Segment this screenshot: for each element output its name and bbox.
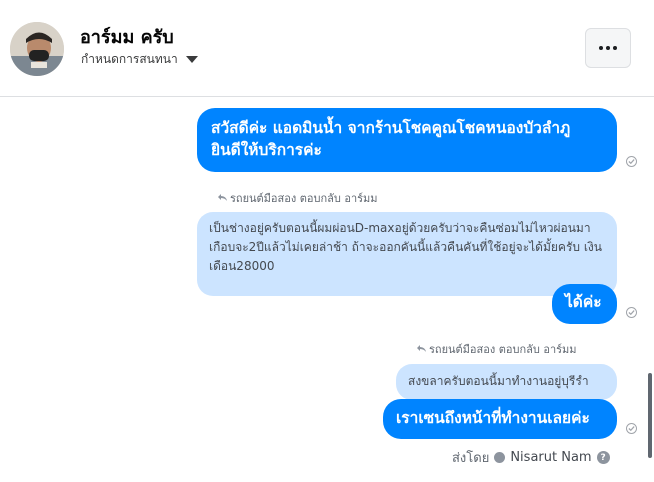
message-reply-2[interactable]: เราเซนถึงหน้าที่ทำงานเลยค่ะ	[383, 399, 617, 439]
sent-status-icon	[626, 307, 637, 318]
reply-context-label: รถยนต์มือสอง ตอบกลับ อาร์มม	[417, 340, 577, 358]
quoted-message-text: สงขลาครับตอนนี้มาทำงานอยู่บุรีรำ	[408, 374, 589, 388]
reply-arrow-icon	[218, 194, 227, 201]
message-reply-1[interactable]: ได้ค่ะ	[552, 284, 617, 324]
sender-name[interactable]: Nisarut Nam	[510, 450, 591, 465]
reply-context-label: รถยนต์มือสอง ตอบกลับ อาร์มม	[218, 189, 378, 207]
avatar[interactable]	[10, 22, 64, 76]
message-text: สวัสดีค่ะ แอดมินน้ำ จากร้านโชคคูณโชคหนอง…	[211, 119, 571, 160]
sender-avatar-icon	[494, 452, 506, 463]
contact-name: อาร์มม ครับ	[80, 27, 174, 48]
conversation-settings-dropdown[interactable]: กำหนดการสนทนา	[81, 50, 198, 69]
caret-down-icon	[185, 56, 198, 63]
quoted-message-text: เป็นช่างอยู่ครับตอนนี้ผมผ่อนD-maxอยู่ด้ว…	[209, 221, 602, 274]
quoted-message[interactable]: เป็นช่างอยู่ครับตอนนี้ผมผ่อนD-maxอยู่ด้ว…	[197, 212, 617, 296]
message-text: ได้ค่ะ	[565, 293, 602, 311]
sent-by-footer: ส่งโดย Nisarut Nam ?	[452, 447, 610, 468]
conversation-settings-label: กำหนดการสนทนา	[81, 52, 178, 66]
conversation-header: อาร์มม ครับ กำหนดการสนทนา	[0, 0, 654, 97]
quoted-message[interactable]: สงขลาครับตอนนี้มาทำงานอยู่บุรีรำ	[396, 364, 617, 400]
help-icon[interactable]: ?	[596, 451, 610, 464]
sent-by-label: ส่งโดย	[452, 451, 490, 466]
scrollbar[interactable]	[648, 373, 652, 458]
reply-arrow-icon	[417, 345, 426, 352]
sent-status-icon	[626, 156, 637, 167]
sent-status-icon	[626, 423, 637, 434]
message-text: เราเซนถึงหน้าที่ทำงานเลยค่ะ	[396, 409, 590, 427]
more-options-button[interactable]	[585, 28, 631, 68]
more-horizontal-icon	[599, 46, 603, 50]
message-greeting[interactable]: สวัสดีค่ะ แอดมินน้ำ จากร้านโชคคูณโชคหนอง…	[197, 108, 617, 172]
